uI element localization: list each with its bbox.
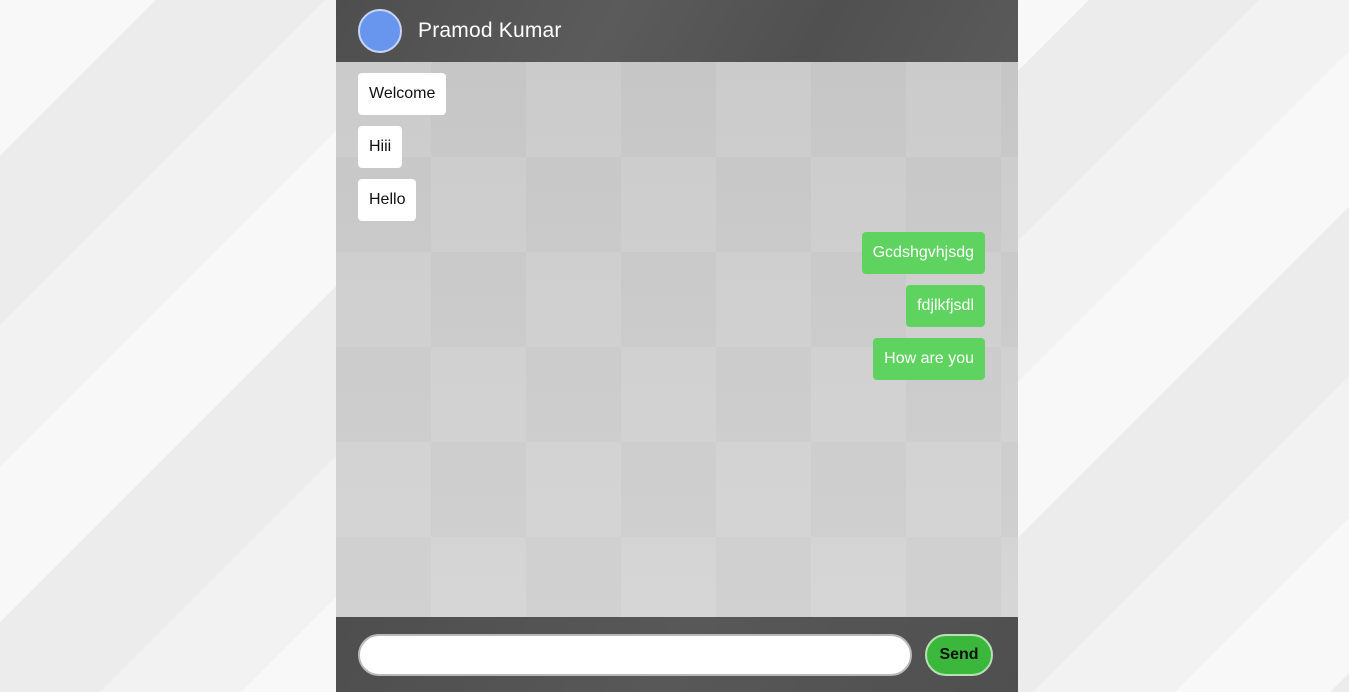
incoming-message: Hello bbox=[358, 179, 417, 221]
message-row: Hiii bbox=[358, 126, 985, 168]
incoming-message: Welcome bbox=[358, 73, 447, 115]
message-row: Welcome bbox=[358, 73, 985, 115]
chat-header: Pramod Kumar bbox=[336, 0, 1018, 62]
message-row: Hello bbox=[358, 179, 985, 221]
outgoing-message: fdjlkfjsdl bbox=[906, 285, 985, 327]
message-input[interactable] bbox=[358, 633, 912, 676]
message-composer: Send bbox=[336, 617, 1018, 692]
message-list: Welcome Hiii Hello Gcdshgvhjsdg fdjlkfjs… bbox=[336, 62, 1018, 617]
avatar[interactable] bbox=[358, 9, 402, 53]
outgoing-message: Gcdshgvhjsdg bbox=[861, 232, 985, 274]
message-row: How are you bbox=[358, 338, 985, 380]
incoming-message: Hiii bbox=[358, 126, 403, 168]
message-row: fdjlkfjsdl bbox=[358, 285, 985, 327]
send-button[interactable]: Send bbox=[925, 633, 993, 676]
contact-name: Pramod Kumar bbox=[418, 19, 562, 42]
outgoing-message: How are you bbox=[873, 338, 985, 380]
message-row: Gcdshgvhjsdg bbox=[358, 232, 985, 274]
chat-window: Pramod Kumar Welcome Hiii Hello Gcdshgvh… bbox=[336, 0, 1018, 692]
